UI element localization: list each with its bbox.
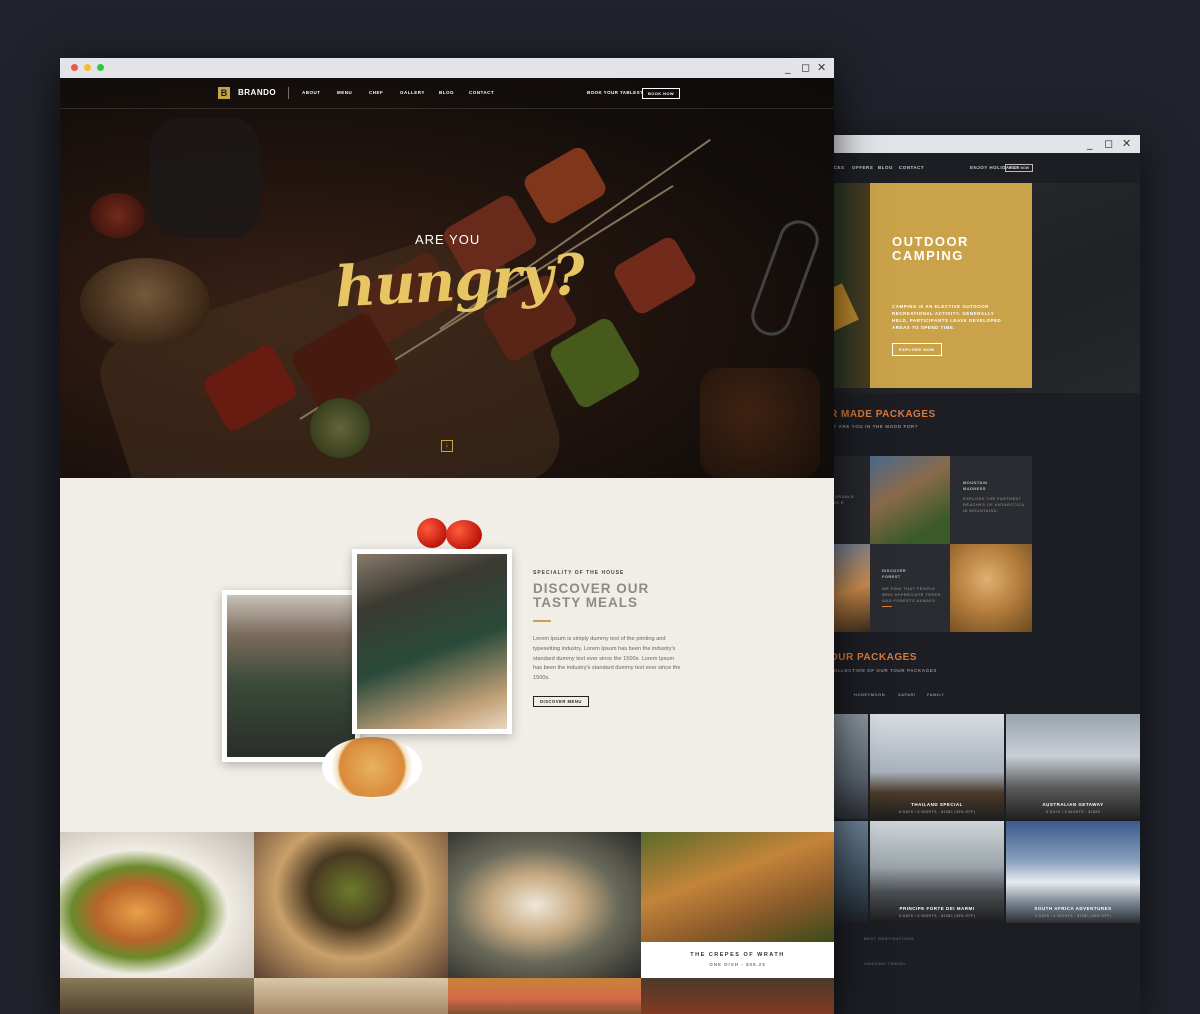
nav-divider xyxy=(288,87,289,99)
main-nav: B BRANDO ABOUT MENU CHEF GALLERY BLOG CO… xyxy=(60,78,834,109)
window-titlebar: _ ◻ ✕ xyxy=(60,58,834,78)
card-title-line1: OUTDOOR xyxy=(892,234,969,249)
tile-rule xyxy=(882,606,892,607)
gallery-image[interactable] xyxy=(641,978,834,1014)
gallery-caption-title: THE CREPES OF WRATH xyxy=(690,952,785,958)
nav-contact[interactable]: CONTACT xyxy=(469,90,494,95)
pasta-image[interactable] xyxy=(448,832,642,978)
outdoor-camping-card: OUTDOOR CAMPING CAMPING IS AN ELECTIVE O… xyxy=(870,183,1032,388)
nav-menu[interactable]: MENU xyxy=(337,90,352,95)
hero-title: hungry? xyxy=(333,241,586,321)
pizza-image xyxy=(322,737,422,797)
gallery-image[interactable] xyxy=(448,978,642,1014)
packages-heading: R MADE PACKAGES xyxy=(830,409,936,420)
lion-image[interactable] xyxy=(950,544,1032,632)
tile-text: TORABLE WS R xyxy=(832,494,855,505)
tour-title: SOUTH AFRICA ADVENTURES xyxy=(1034,906,1112,911)
maximize-icon[interactable]: ◻ xyxy=(1104,137,1113,151)
cook-photo xyxy=(352,549,512,734)
tour-subtitle: 5 DAYS / 4 NIGHTS - $1850 xyxy=(1045,810,1101,814)
package-tile[interactable]: MOUNTAIN MADNESS EXPLORE THE FARTHEST RE… xyxy=(950,456,1032,544)
footer-item: AMAZING TRAVEL xyxy=(864,961,907,966)
tile-title: MOUNTAIN MADNESS xyxy=(963,480,988,491)
minimize-dot-icon[interactable] xyxy=(84,64,91,71)
nav-link[interactable]: CONTACT xyxy=(899,165,924,170)
discover-menu-button[interactable]: DISCOVER MENU xyxy=(533,696,589,707)
filter-tab[interactable]: FAMILY xyxy=(927,692,944,697)
tomato-image xyxy=(417,518,447,548)
nav-about[interactable]: ABOUT xyxy=(302,90,321,95)
tile-text: EXPLORE THE FARTHEST REACHES OF ANTARCTI… xyxy=(963,496,1025,513)
tour-card[interactable]: AUSTRALIAN GETAWAY 5 DAYS / 4 NIGHTS - $… xyxy=(1006,714,1140,819)
brand-logo[interactable]: B xyxy=(218,87,230,99)
close-dot-icon[interactable] xyxy=(71,64,78,71)
book-now-button[interactable]: BOOK NOW xyxy=(642,88,681,99)
maximize-icon[interactable]: ◻ xyxy=(801,61,810,75)
brand-name[interactable]: BRANDO xyxy=(238,88,276,97)
explore-now-button[interactable]: EXPLORE NOW xyxy=(892,343,942,356)
burger-image[interactable] xyxy=(60,832,254,978)
hero-section: B BRANDO ABOUT MENU CHEF GALLERY BLOG CO… xyxy=(60,78,834,478)
tile-title: DISCOVER FOREST xyxy=(882,568,907,579)
bowl-image[interactable] xyxy=(254,832,448,978)
maximize-dot-icon[interactable] xyxy=(97,64,104,71)
speciality-title: DISCOVER OUR TASTY MEALS xyxy=(533,582,649,610)
chef-photo xyxy=(222,590,360,762)
card-title-line2: CAMPING xyxy=(892,248,964,263)
tile-text: WE FIND THAT PEOPLE WHO APPRECIATE TREES… xyxy=(882,586,941,603)
speciality-body: Lorem Ipsum is simply dummy text of the … xyxy=(533,636,681,682)
skewers-image[interactable] xyxy=(641,832,834,942)
nav-chef[interactable]: CHEF xyxy=(369,90,383,95)
gallery-image[interactable] xyxy=(254,978,448,1014)
nav-gallery[interactable]: GALLERY xyxy=(400,90,425,95)
tour-card[interactable]: PRINCIPE FORTE DEI MARMI 5 DAYS / 4 NIGH… xyxy=(870,821,1004,923)
tour-subtitle: 5 DAYS / 4 NIGHTS - $1950 (30% OFF) xyxy=(898,914,976,918)
gallery-image[interactable] xyxy=(60,978,254,1014)
close-icon[interactable]: ✕ xyxy=(817,61,826,75)
filter-tab[interactable]: HONEYMOON xyxy=(854,692,885,697)
close-icon[interactable]: ✕ xyxy=(1122,137,1131,151)
speciality-title-line2: TASTY MEALS xyxy=(533,595,639,610)
speciality-section: SPECIALITY OF THE HOUSE DISCOVER OUR TAS… xyxy=(60,478,834,832)
restaurant-window: _ ◻ ✕ B BRANDO ABOUT MENU CHEF GALLERY B… xyxy=(60,58,834,1014)
hero-kicker: ARE YOU xyxy=(415,232,481,247)
speciality-kicker: SPECIALITY OF THE HOUSE xyxy=(533,570,625,576)
filter-tab[interactable]: SAFARI xyxy=(898,692,916,697)
nav-link[interactable]: BLOG xyxy=(878,165,893,170)
book-tables-text: BOOK YOUR TABLES? xyxy=(587,90,644,95)
gold-divider xyxy=(533,620,551,622)
card-text: CAMPING IS AN ELECTIVE OUTDOOR RECREATIO… xyxy=(892,304,1002,330)
nav-link[interactable]: OFFERS xyxy=(852,165,873,170)
gallery-caption-sub: ONE DISH - $09.25 xyxy=(709,962,766,967)
packages-subheading: AT ARE YOU IN THE MOOD FOR? xyxy=(830,424,919,429)
footer-item: BEST DESTINATIONS xyxy=(864,936,914,941)
speciality-title-line1: DISCOVER OUR xyxy=(533,581,650,596)
tour-card[interactable]: SOUTH AFRICA ADVENTURES 5 DAYS / 4 NIGHT… xyxy=(1006,821,1140,923)
tomato-image xyxy=(446,520,482,550)
tour-title: PRINCIPE FORTE DEI MARMI xyxy=(899,906,975,911)
hiker-image[interactable] xyxy=(870,456,950,544)
book-now-button[interactable]: BOOK NOW xyxy=(1005,164,1034,172)
tour-heading: OUR PACKAGES xyxy=(830,652,917,663)
tour-title: AUSTRALIAN GETAWAY xyxy=(1042,802,1104,807)
tour-subtitle: 6 DAYS / 5 NIGHTS - $1950 (30% OFF) xyxy=(898,810,976,814)
gallery-caption: THE CREPES OF WRATH ONE DISH - $09.25 xyxy=(641,942,834,978)
tour-subheading: COLLECTION OF OUR TOUR PACKAGES xyxy=(830,668,937,673)
tour-card[interactable]: THAILAND SPECIAL 6 DAYS / 5 NIGHTS - $19… xyxy=(870,714,1004,819)
scroll-down-icon[interactable]: ↓ xyxy=(441,440,453,452)
minimize-icon[interactable]: _ xyxy=(785,61,791,75)
tour-subtitle: 5 DAYS / 4 NIGHTS - $1950 (30% OFF) xyxy=(1034,914,1112,918)
nav-blog[interactable]: BLOG xyxy=(439,90,454,95)
minimize-icon[interactable]: _ xyxy=(1087,137,1093,151)
package-tile[interactable]: DISCOVER FOREST WE FIND THAT PEOPLE WHO … xyxy=(870,544,950,632)
tour-title: THAILAND SPECIAL xyxy=(911,802,963,807)
